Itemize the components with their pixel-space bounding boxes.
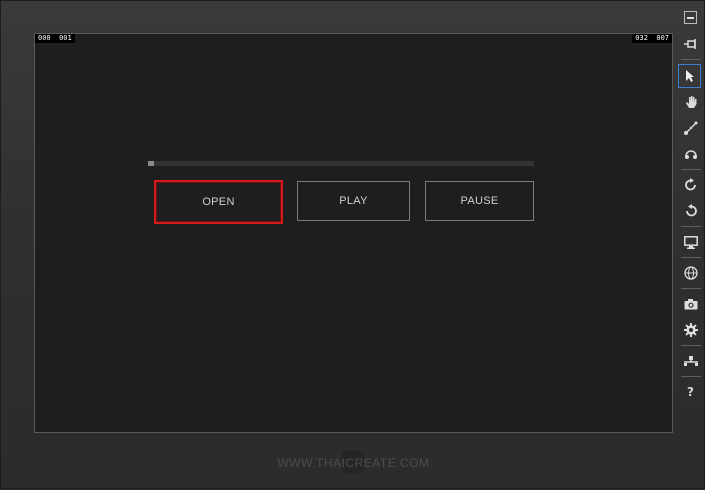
media-progress-bar[interactable] — [148, 161, 534, 166]
progress-thumb[interactable] — [148, 161, 154, 166]
pin-icon[interactable] — [677, 32, 704, 56]
toolbar-separator — [681, 376, 701, 377]
rotate-counterclockwise-icon[interactable] — [677, 199, 704, 223]
gesture-icon[interactable] — [677, 142, 704, 166]
toolbar-separator — [681, 169, 701, 170]
coord-readout-top-left: 000 001 — [35, 34, 75, 43]
monitor-icon[interactable] — [677, 230, 704, 254]
toolbar-separator — [681, 59, 701, 60]
device-screen[interactable]: 000 001 032 007 OPEN PLAY PAUSE — [34, 33, 673, 433]
open-button[interactable]: OPEN — [154, 180, 283, 224]
camera-icon[interactable] — [677, 292, 704, 316]
pause-button[interactable]: PAUSE — [425, 181, 534, 221]
network-icon[interactable] — [677, 349, 704, 373]
pinch-zoom-icon[interactable] — [677, 116, 704, 140]
help-icon[interactable]: ? — [677, 380, 704, 404]
toolbar-separator — [681, 257, 701, 258]
side-toolbar: ? — [677, 1, 705, 490]
minimize-icon[interactable] — [677, 5, 704, 29]
toolbar-separator — [681, 288, 701, 289]
watermark-text: WWW.THAICREATE.COM — [277, 456, 430, 470]
toolbar-separator — [681, 226, 701, 227]
gear-icon[interactable] — [677, 318, 704, 342]
emulator-frame: 000 001 032 007 OPEN PLAY PAUSE ? WWW.TH… — [0, 0, 705, 489]
play-button[interactable]: PLAY — [297, 181, 410, 221]
hand-icon[interactable] — [677, 90, 704, 114]
globe-icon[interactable] — [677, 261, 704, 285]
toolbar-separator — [681, 345, 701, 346]
coord-readout-top-right: 032 007 — [632, 34, 672, 43]
pointer-icon[interactable] — [678, 64, 701, 88]
rotate-clockwise-icon[interactable] — [677, 173, 704, 197]
